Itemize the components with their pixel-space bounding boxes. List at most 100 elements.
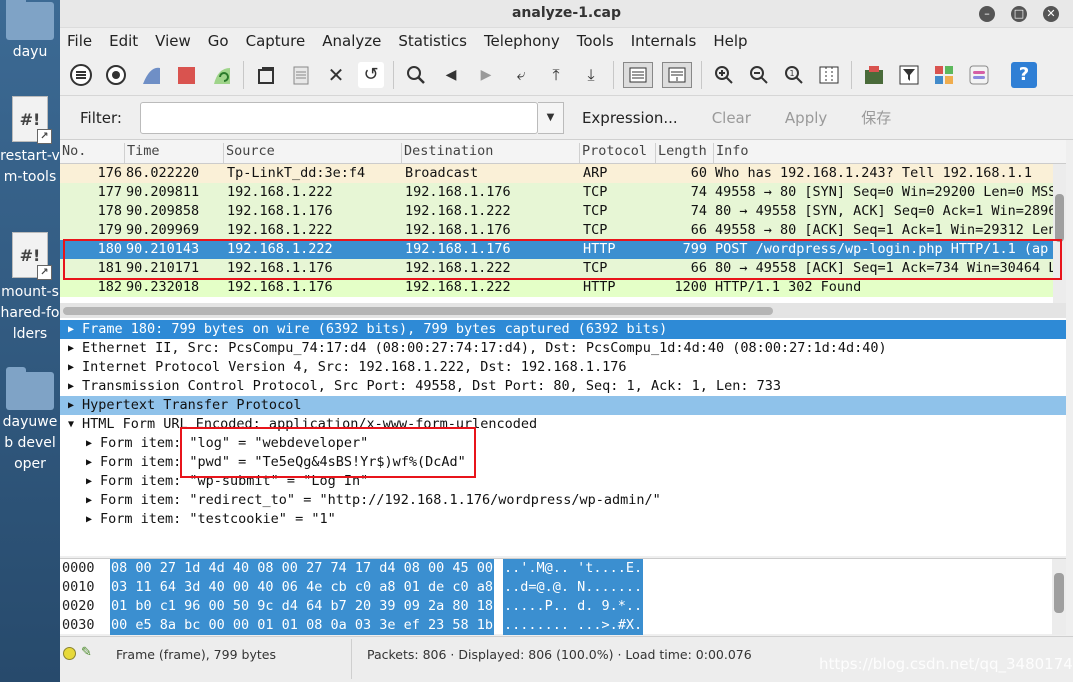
capture-comment-icon[interactable]: ✎ [81,645,97,661]
packet-row[interactable]: 182 90.232018 192.168.1.176 192.168.1.22… [60,278,1066,297]
packet-row-selected[interactable]: 180 90.210143 192.168.1.222 192.168.1.17… [60,240,1066,259]
chevron-down-icon[interactable]: ▼ [64,415,78,434]
tree-item-ethernet[interactable]: ▶ Ethernet II, Src: PcsCompu_74:17:d4 (0… [60,339,1066,358]
menu-internals[interactable]: Internals [631,32,697,50]
preferences-icon[interactable] [966,62,992,88]
packet-row[interactable]: 178 90.209858 192.168.1.176 192.168.1.22… [60,202,1066,221]
tree-item-ipv4[interactable]: ▶ Internet Protocol Version 4, Src: 192.… [60,358,1066,377]
status-divider [351,639,352,679]
zoom-in-icon[interactable] [711,62,737,88]
chevron-right-icon[interactable]: ▶ [64,396,78,415]
normal-size-icon[interactable]: 1 [781,62,807,88]
expression-button[interactable]: Expression... [582,109,678,127]
chevron-right-icon[interactable]: ▶ [82,434,96,453]
coloring-rules-icon[interactable] [931,62,957,88]
desktop-icon-mount-shared-folders[interactable]: #! ↗ mount-shared-folders [0,232,60,345]
chevron-right-icon[interactable]: ▶ [64,339,78,358]
column-header-time[interactable]: Time [124,143,222,163]
stop-capture-icon[interactable] [173,62,199,88]
reload-file-icon[interactable]: ↺ [358,61,384,88]
packet-list-vertical-scrollbar[interactable] [1053,164,1066,303]
clear-button[interactable]: Clear [712,109,751,127]
chevron-right-icon[interactable]: ▶ [64,358,78,377]
tree-item-tcp[interactable]: ▶ Transmission Control Protocol, Src Por… [60,377,1066,396]
go-last-packet-icon[interactable]: ⤓ [578,62,604,88]
menu-go[interactable]: Go [208,32,229,50]
start-capture-fin-icon[interactable] [138,62,164,88]
open-file-icon[interactable] [253,62,279,88]
zoom-out-icon[interactable] [746,62,772,88]
menu-telephony[interactable]: Telephony [484,32,560,50]
maximize-button[interactable]: □ [1011,6,1027,22]
chevron-right-icon[interactable]: ▶ [64,377,78,396]
filter-input[interactable] [139,101,538,134]
chevron-right-icon[interactable]: ▶ [82,453,96,472]
column-header-protocol[interactable]: Protocol [579,143,653,163]
packet-row[interactable]: 181 90.210171 192.168.1.176 192.168.1.22… [60,259,1066,278]
menu-view[interactable]: View [155,32,191,50]
packet-list-horizontal-scrollbar[interactable] [60,303,1066,318]
chevron-down-icon[interactable]: ▼ [537,101,564,134]
packet-row[interactable]: 179 90.209969 192.168.1.222 192.168.1.17… [60,221,1066,240]
chevron-right-icon[interactable]: ▶ [64,320,78,339]
apply-button[interactable]: Apply [785,109,827,127]
desktop-icon-dayu[interactable]: dayu [0,0,60,63]
menu-edit[interactable]: Edit [109,32,138,50]
find-packet-icon[interactable] [403,62,429,88]
column-header-no[interactable]: No. [60,143,122,163]
tree-item-form-wp-submit[interactable]: ▶ Form item: "wp-submit" = "Log In" [60,472,1066,491]
menu-analyze[interactable]: Analyze [322,32,381,50]
chevron-right-icon[interactable]: ▶ [82,472,96,491]
tree-item-form-log[interactable]: ▶ Form item: "log" = "webdeveloper" [60,434,1066,453]
tree-item-html-form[interactable]: ▼ HTML Form URL Encoded: application/x-w… [60,415,1066,434]
colorize-icon[interactable] [623,61,653,88]
scrollbar-thumb[interactable] [63,307,773,315]
chevron-right-icon[interactable]: ▶ [82,510,96,529]
auto-scroll-icon[interactable] [662,61,692,88]
hex-row[interactable]: 0000 08 00 27 1d 4d 40 08 00 27 74 17 d4… [60,559,1066,578]
display-filters-icon[interactable] [896,62,922,88]
help-icon[interactable]: ? [1011,61,1037,88]
scrollbar-thumb[interactable] [1055,194,1064,242]
column-header-info[interactable]: Info [713,143,1053,163]
desktop-icon-restart-vm-tools[interactable]: #! ↗ restart-vm-tools [0,96,60,188]
interfaces-list-icon[interactable] [68,62,94,88]
column-header-destination[interactable]: Destination [401,143,577,163]
chevron-right-icon[interactable]: ▶ [82,491,96,510]
packet-row[interactable]: 176 86.022220 Tp-LinkT_dd:3e:f4 Broadcas… [60,164,1066,183]
capture-options-icon[interactable] [103,62,129,88]
menu-capture[interactable]: Capture [246,32,306,50]
capture-filters-icon[interactable] [861,62,887,88]
menu-file[interactable]: File [67,32,92,50]
go-to-packet-icon[interactable]: ⤶ [508,62,534,88]
resize-columns-icon[interactable] [816,62,842,88]
go-first-packet-icon[interactable]: ⤒ [543,62,569,88]
desktop-icon-dayuweb-developer[interactable]: dayuweb developer [0,367,60,475]
save-file-icon[interactable] [288,62,314,88]
menu-tools[interactable]: Tools [577,32,614,50]
tree-item-form-testcookie[interactable]: ▶ Form item: "testcookie" = "1" [60,510,1066,529]
bytes-vertical-scrollbar[interactable] [1052,559,1066,635]
hex-row[interactable]: 0030 00 e5 8a bc 00 00 01 01 08 0a 03 3e… [60,616,1066,635]
menu-help[interactable]: Help [713,32,747,50]
minimize-button[interactable]: – [979,6,995,22]
expert-info-icon[interactable] [63,647,76,660]
hex-row[interactable]: 0010 03 11 64 3d 40 00 40 06 4e cb c0 a8… [60,578,1066,597]
hex-row[interactable]: 0020 01 b0 c1 96 00 50 9c d4 64 b7 20 39… [60,597,1066,616]
menu-statistics[interactable]: Statistics [398,32,467,50]
close-button[interactable]: ✕ [1043,6,1059,22]
scrollbar-thumb[interactable] [1054,573,1064,613]
restart-capture-icon[interactable] [208,62,234,88]
packet-row[interactable]: 177 90.209811 192.168.1.222 192.168.1.17… [60,183,1066,202]
close-file-icon[interactable]: ✕ [323,62,349,88]
save-filter-button[interactable]: 保存 [861,107,891,128]
tree-item-http[interactable]: ▶ Hypertext Transfer Protocol [60,396,1066,415]
column-header-source[interactable]: Source [223,143,399,163]
tree-item-label: Hypertext Transfer Protocol [82,397,302,413]
go-forward-icon[interactable]: ▶ [473,62,499,88]
tree-item-form-pwd[interactable]: ▶ Form item: "pwd" = "Te5eQg&4sBS!Yr$)wf… [60,453,1066,472]
go-back-icon[interactable]: ◀ [438,62,464,88]
column-header-length[interactable]: Length [655,143,711,163]
tree-item-frame[interactable]: ▶ Frame 180: 799 bytes on wire (6392 bit… [60,320,1066,339]
tree-item-form-redirect[interactable]: ▶ Form item: "redirect_to" = "http://192… [60,491,1066,510]
